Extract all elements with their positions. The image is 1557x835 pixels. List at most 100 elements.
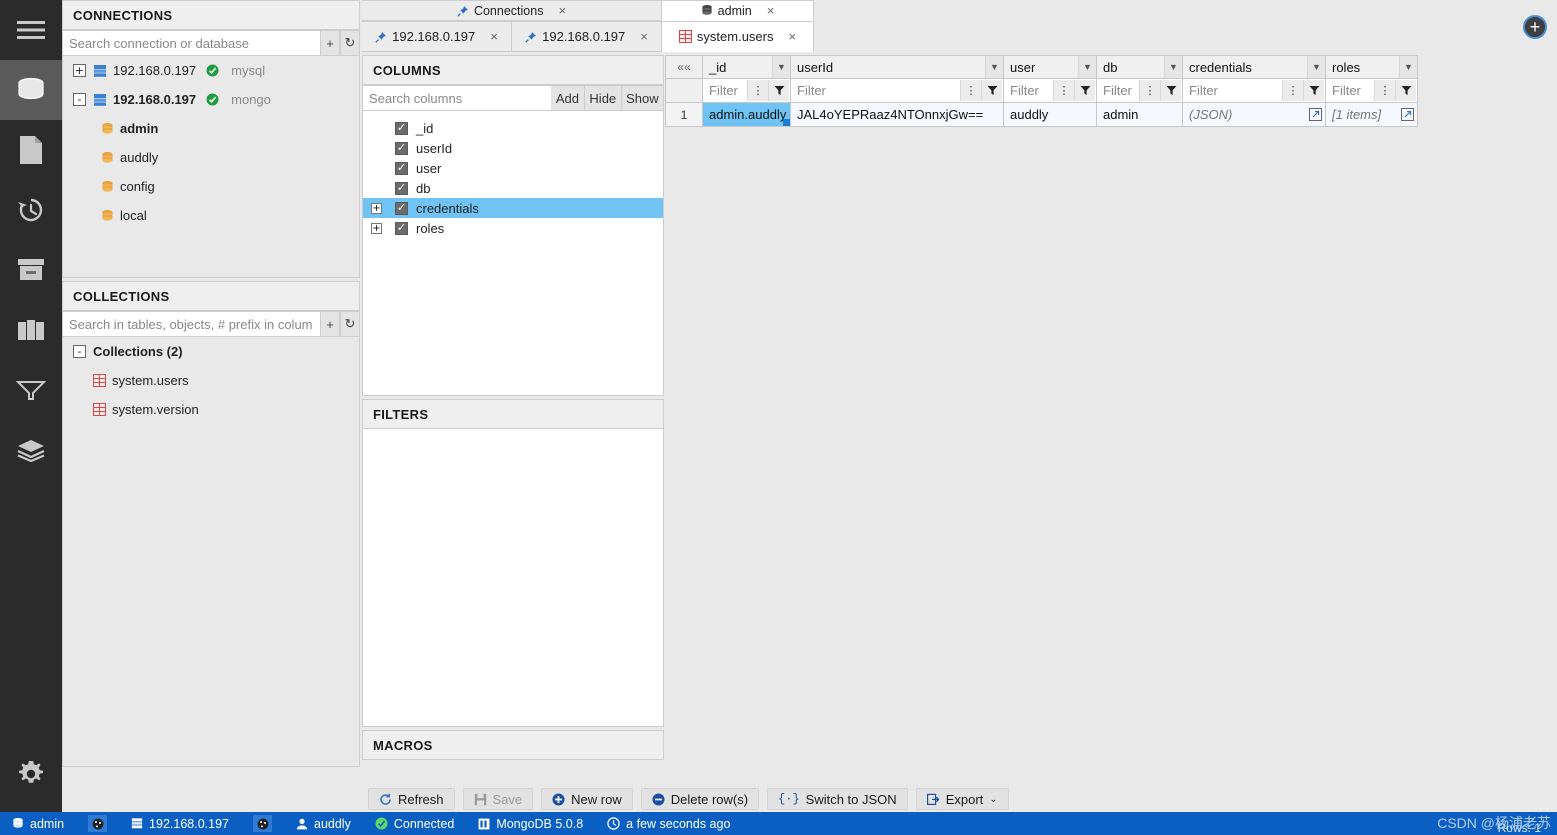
chevron-down-icon[interactable]: ▼	[1307, 56, 1325, 78]
add-connection-button[interactable]: +	[320, 30, 340, 56]
add-new-button[interactable]: +	[1523, 15, 1547, 39]
chevron-down-icon[interactable]: ▼	[1078, 56, 1096, 78]
filter-options-icon[interactable]: ⋮	[1139, 80, 1160, 101]
menu-icon[interactable]	[0, 0, 62, 60]
refresh-connections-button[interactable]: ↻	[340, 30, 360, 56]
chevron-down-icon[interactable]: ▼	[772, 56, 790, 78]
selection-handle[interactable]	[783, 119, 790, 126]
chevron-down-icon[interactable]: ▼	[985, 56, 1003, 78]
refresh-collections-button[interactable]: ↻	[340, 311, 360, 337]
tab-system-users[interactable]: system.users ×	[662, 21, 814, 52]
switch-to-json-button[interactable]: {·} Switch to JSON	[767, 788, 908, 810]
grid-column-header-id[interactable]: _id ▼	[703, 55, 791, 79]
show-column-button[interactable]: Show	[621, 85, 664, 111]
tab-connection-1[interactable]: 192.168.0.197 ×	[362, 21, 512, 52]
tree-item-db-admin[interactable]: admin	[63, 114, 359, 143]
grid-cell-credentials[interactable]: (JSON)	[1183, 103, 1326, 127]
hide-column-button[interactable]: Hide	[584, 85, 622, 111]
library-icon[interactable]	[0, 300, 62, 360]
grid-cell-userid[interactable]: JAL4oYEPRaaz4NTOnnxjGw==	[791, 103, 1004, 127]
column-item-userid[interactable]: ✓ userId	[363, 138, 663, 158]
grid-column-header-roles[interactable]: roles ▼	[1326, 55, 1418, 79]
connection-search-input[interactable]	[62, 30, 320, 56]
tab-connection-2[interactable]: 192.168.0.197 ×	[512, 21, 662, 52]
grid-cell-id[interactable]: admin.auddly	[703, 103, 791, 127]
funnel-icon[interactable]	[0, 360, 62, 420]
archive-icon[interactable]	[0, 240, 62, 300]
column-item-roles[interactable]: + ✓ roles	[363, 218, 663, 238]
history-icon[interactable]	[0, 180, 62, 240]
chevron-down-icon[interactable]: ▼	[1399, 56, 1417, 78]
grid-column-header-user[interactable]: user ▼	[1004, 55, 1097, 79]
file-icon[interactable]	[0, 120, 62, 180]
column-checkbox[interactable]: ✓	[395, 121, 408, 135]
table-row[interactable]: 1 admin.auddly JAL4oYEPRaaz4NTOnnxjGw== …	[665, 103, 1445, 127]
collapse-toggle[interactable]: -	[73, 345, 86, 358]
collapse-panel-button[interactable]: ««	[665, 55, 703, 79]
expand-toggle[interactable]: +	[371, 202, 382, 214]
refresh-button[interactable]: Refresh	[368, 788, 455, 810]
filter-options-icon[interactable]: ⋮	[1282, 80, 1303, 101]
grid-filter-roles[interactable]: Filter ⋮	[1326, 79, 1418, 103]
grid-cell-roles[interactable]: [1 items]	[1326, 103, 1418, 127]
tree-item-db-config[interactable]: config	[63, 172, 359, 201]
export-button[interactable]: Export ⌄	[915, 788, 1009, 810]
tab-connections[interactable]: Connections ×	[362, 0, 662, 21]
grid-filter-user[interactable]: Filter ⋮	[1004, 79, 1097, 103]
tree-item-system-version[interactable]: system.version	[63, 395, 359, 424]
funnel-icon[interactable]	[1160, 80, 1181, 101]
grid-filter-userid[interactable]: Filter ⋮	[791, 79, 1004, 103]
filters-panel-body[interactable]	[362, 429, 664, 727]
funnel-icon[interactable]	[1074, 80, 1095, 101]
collections-search-input[interactable]	[62, 311, 320, 337]
grid-filter-credentials[interactable]: Filter ⋮	[1183, 79, 1326, 103]
expand-editor-icon[interactable]	[1307, 106, 1323, 122]
add-collection-button[interactable]: +	[320, 311, 340, 337]
expand-editor-icon[interactable]	[1399, 106, 1415, 122]
status-server-version[interactable]: MongoDB 5.0.8	[466, 812, 595, 835]
tab-admin[interactable]: admin ×	[662, 0, 814, 21]
database-icon[interactable]	[0, 60, 62, 120]
filter-options-icon[interactable]: ⋮	[1053, 80, 1074, 101]
expand-toggle[interactable]: +	[73, 64, 86, 77]
add-column-button[interactable]: Add	[551, 85, 585, 111]
grid-column-header-credentials[interactable]: credentials ▼	[1183, 55, 1326, 79]
funnel-icon[interactable]	[1303, 80, 1324, 101]
column-item-id[interactable]: ✓ _id	[363, 118, 663, 138]
column-checkbox[interactable]: ✓	[395, 181, 408, 195]
tree-item-mysql-server[interactable]: + 192.168.0.197 mysql	[63, 56, 359, 85]
tree-item-db-auddly[interactable]: auddly	[63, 143, 359, 172]
status-theme-toggle-2[interactable]	[241, 812, 284, 835]
funnel-icon[interactable]	[1395, 80, 1416, 101]
status-last-refresh[interactable]: a few seconds ago	[595, 812, 742, 835]
grid-filter-db[interactable]: Filter ⋮	[1097, 79, 1183, 103]
close-icon[interactable]: ×	[767, 3, 775, 18]
status-user[interactable]: auddly	[284, 812, 363, 835]
funnel-icon[interactable]	[768, 80, 789, 101]
tree-item-system-users[interactable]: system.users	[63, 366, 359, 395]
delete-rows-button[interactable]: Delete row(s)	[640, 788, 760, 810]
tree-item-db-local[interactable]: local	[63, 201, 359, 230]
column-checkbox[interactable]: ✓	[395, 221, 408, 235]
tree-item-mongo-server[interactable]: - 192.168.0.197 mongo	[63, 85, 359, 114]
close-icon[interactable]: ×	[490, 29, 498, 44]
funnel-icon[interactable]	[981, 80, 1002, 101]
columns-search-input[interactable]	[362, 85, 551, 111]
collapse-toggle[interactable]: -	[73, 93, 86, 106]
column-item-db[interactable]: ✓ db	[363, 178, 663, 198]
column-checkbox[interactable]: ✓	[395, 161, 408, 175]
status-database[interactable]: admin	[0, 812, 76, 835]
gear-icon[interactable]	[0, 744, 62, 804]
status-host[interactable]: 192.168.0.197	[119, 812, 241, 835]
grid-column-header-db[interactable]: db ▼	[1097, 55, 1183, 79]
filter-options-icon[interactable]: ⋮	[747, 80, 768, 101]
new-row-button[interactable]: New row	[541, 788, 633, 810]
grid-column-header-userid[interactable]: userId ▼	[791, 55, 1004, 79]
chevron-down-icon[interactable]: ⌄	[989, 794, 997, 805]
grid-cell-db[interactable]: admin	[1097, 103, 1183, 127]
filter-options-icon[interactable]: ⋮	[1374, 80, 1395, 101]
tree-item-collections-group[interactable]: - Collections (2)	[63, 337, 359, 366]
status-connection[interactable]: Connected	[363, 812, 466, 835]
save-button[interactable]: Save	[462, 788, 534, 810]
close-icon[interactable]: ×	[558, 3, 566, 18]
